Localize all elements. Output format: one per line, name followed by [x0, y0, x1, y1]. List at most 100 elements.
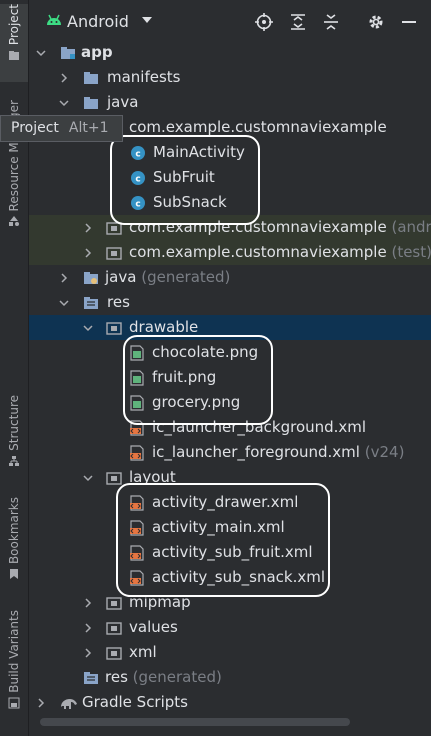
horizontal-scrollbar[interactable] [40, 718, 350, 726]
chevron-right-icon [61, 273, 68, 283]
structure-label: Structure [7, 395, 21, 451]
tree-node-grocery[interactable]: grocery.png [29, 390, 431, 415]
expand-all-button[interactable] [288, 12, 308, 32]
tree-label: fruit.png [152, 368, 217, 386]
tree-label: ic_launcher_foreground.xml (v24) [152, 440, 404, 465]
hide-panel-button[interactable] [399, 12, 419, 32]
tree-node-manifests[interactable]: manifests [29, 65, 431, 90]
tree-node-values[interactable]: values [29, 615, 431, 640]
tree-node-drawable[interactable]: drawable [29, 315, 431, 340]
chevron-right-icon [85, 623, 92, 633]
tooltip-shortcut: Alt+1 [68, 120, 109, 136]
tree-node-java[interactable]: java [29, 90, 431, 115]
tree-node-activity-main[interactable]: activity_main.xml [29, 515, 431, 540]
package-name: com.example.customnaviexample [129, 218, 387, 236]
project-tool-label: Project [7, 4, 21, 46]
folder-icon [84, 72, 98, 84]
tree-label: SubFruit [153, 168, 215, 186]
tree-node-sub-snack[interactable]: c SubSnack [29, 190, 431, 215]
tree-node-activity-sub-snack[interactable]: activity_sub_snack.xml [29, 565, 431, 590]
tree-label: activity_sub_snack.xml [152, 568, 326, 586]
tree-node-app[interactable]: app [29, 40, 431, 65]
tree-label: Gradle Scripts [82, 693, 188, 711]
class-icon: c [131, 171, 145, 185]
tree-label: com.example.customnaviexample (test) [129, 240, 431, 265]
tree-node-res[interactable]: res [29, 290, 431, 315]
folder-icon [84, 97, 98, 109]
tree-node-package-test[interactable]: com.example.customnaviexample (test) [29, 240, 431, 265]
chevron-right-icon [85, 598, 92, 608]
tree-node-fruit[interactable]: fruit.png [29, 365, 431, 390]
chevron-right-icon [85, 223, 92, 233]
tree-node-gradle-scripts[interactable]: Gradle Scripts [29, 690, 431, 715]
tree-label: grocery.png [152, 393, 241, 411]
build-variants-label: Build Variants [7, 610, 21, 693]
gradle-elephant-icon [61, 699, 77, 709]
tree-node-res-generated[interactable]: res (generated) [29, 665, 431, 690]
generated-folder-icon [84, 272, 98, 284]
tree-node-layout[interactable]: layout [29, 465, 431, 490]
generated-suffix: (generated) [132, 668, 222, 686]
gear-icon [369, 15, 383, 29]
tree-label: drawable [129, 318, 199, 336]
tree-label: activity_main.xml [152, 518, 285, 536]
svg-text:c: c [135, 175, 140, 185]
folder-icon [9, 51, 19, 61]
chevron-right-icon [85, 648, 92, 658]
tree-label: values [129, 618, 178, 636]
settings-button[interactable] [366, 12, 386, 32]
project-toolbar: Android [29, 0, 431, 44]
select-opened-file-button[interactable] [254, 12, 274, 32]
xml-file-icon [130, 520, 144, 536]
build-variants-icon [8, 697, 20, 709]
tree-node-main-activity[interactable]: c MainActivity [29, 140, 431, 165]
chevron-right-icon [85, 248, 92, 258]
bookmarks-tool-button[interactable]: Bookmarks [0, 497, 28, 589]
tree-label: activity_drawer.xml [152, 493, 299, 511]
package-icon [106, 247, 122, 260]
bookmarks-label: Bookmarks [7, 497, 21, 565]
project-tool-button[interactable]: Project [0, 4, 28, 82]
minimize-icon [402, 21, 416, 23]
package-icon [106, 622, 122, 635]
tree-node-activity-drawer[interactable]: activity_drawer.xml [29, 490, 431, 515]
tree-node-java-generated[interactable]: java (generated) [29, 265, 431, 290]
tree-node-ic-launcher-foreground[interactable]: ic_launcher_foreground.xml (v24) [29, 440, 431, 465]
tree-node-mipmap[interactable]: mipmap [29, 590, 431, 615]
package-icon [106, 222, 122, 235]
collapse-all-button[interactable] [321, 12, 341, 32]
package-name: com.example.customnaviexample [129, 243, 387, 261]
chevron-right-icon [61, 73, 68, 83]
tree-node-sub-fruit[interactable]: c SubFruit [29, 165, 431, 190]
tree-node-ic-launcher-background[interactable]: ic_launcher_background.xml [29, 415, 431, 440]
source-set-suffix: (andro [391, 218, 431, 236]
chevron-down-icon [83, 325, 93, 332]
tree-label: java [107, 93, 139, 111]
structure-tool-button[interactable]: Structure [0, 395, 28, 475]
tree-label: manifests [107, 68, 181, 86]
tree-label: layout [129, 468, 176, 486]
qualifier-suffix: (v24) [364, 443, 405, 461]
target-icon [255, 13, 273, 31]
svg-text:c: c [135, 150, 140, 160]
source-set-suffix: (test) [391, 243, 431, 261]
tree-label: xml [129, 643, 157, 661]
tree-node-package-android-test[interactable]: com.example.customnaviexample (andro [29, 215, 431, 240]
chevron-down-icon[interactable] [141, 14, 153, 26]
structure-icon [9, 455, 19, 466]
tree-node-xml[interactable]: xml [29, 640, 431, 665]
resource-folder-icon [84, 672, 98, 684]
build-variants-tool-button[interactable]: Build Variants [0, 610, 28, 720]
tooltip-label: Project [11, 120, 59, 136]
xml-file-icon [130, 570, 144, 586]
class-icon: c [131, 146, 145, 160]
tree-label: chocolate.png [152, 343, 259, 361]
tree-label: com.example.customnaviexample (andro [129, 215, 431, 240]
tree-label: com.example.customnaviexample [129, 118, 387, 136]
view-selector-label[interactable]: Android [67, 12, 129, 31]
tree-node-chocolate[interactable]: chocolate.png [29, 340, 431, 365]
tree-label: activity_sub_fruit.xml [152, 543, 313, 561]
xml-file-icon [130, 445, 144, 461]
chevron-down-icon [36, 50, 46, 57]
tree-node-activity-sub-fruit[interactable]: activity_sub_fruit.xml [29, 540, 431, 565]
